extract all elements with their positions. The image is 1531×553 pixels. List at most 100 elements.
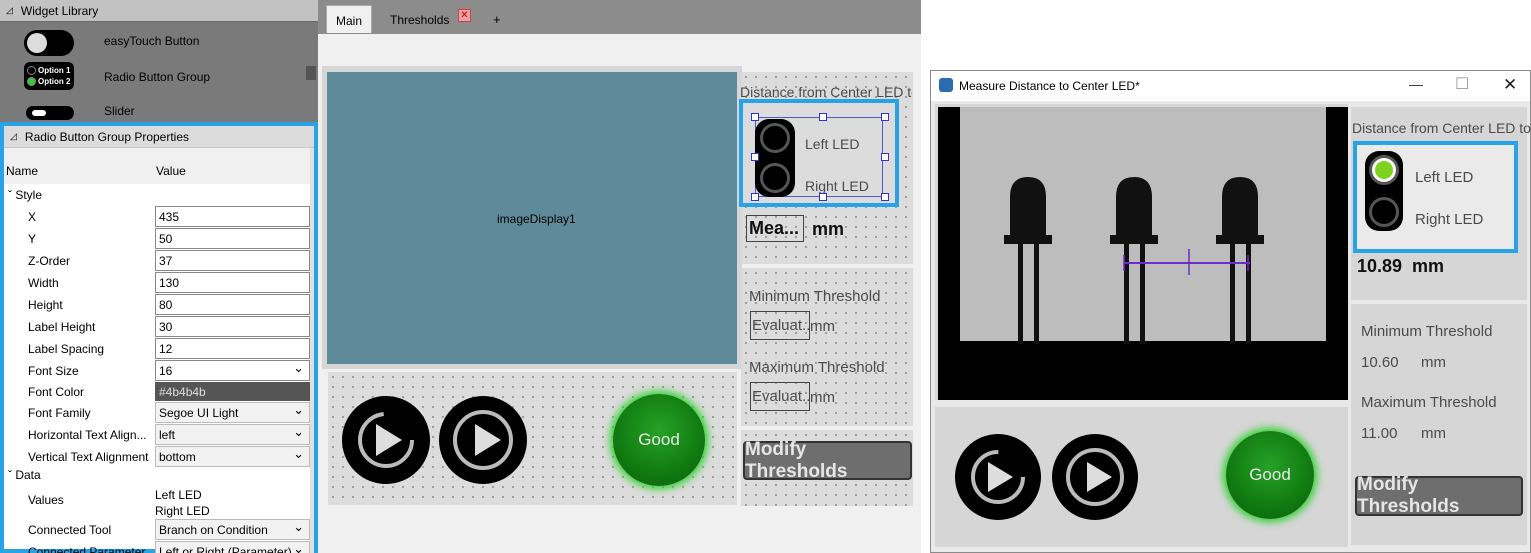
prop-name: Y <box>28 232 37 246</box>
scrollbar-track[interactable] <box>310 148 314 553</box>
prop-font-size-select[interactable]: 16 <box>155 360 310 381</box>
min-threshold-unit: mm <box>810 318 835 335</box>
prop-name: Font Family <box>28 406 91 420</box>
properties-title: Radio Button Group Properties <box>24 129 190 144</box>
prop-row-label-height: Label Height 30 <box>4 316 314 338</box>
prop-values-list[interactable]: Left LED Right LED <box>155 487 210 519</box>
group-data[interactable]: ˇ Data <box>8 468 41 482</box>
app-titlebar[interactable]: Measure Distance to Center LED* — ☐ ✕ <box>931 71 1530 101</box>
prop-v-align-select[interactable]: bottom <box>155 446 310 467</box>
image-display-label: imageDisplay1 <box>497 212 576 226</box>
prop-height-input[interactable]: 80 <box>155 294 310 315</box>
prop-name: Z-Order <box>28 254 70 268</box>
app-icon <box>939 78 953 92</box>
tab-main-label: Main <box>335 14 362 28</box>
radio-left-led[interactable] <box>760 123 790 153</box>
resize-handle[interactable] <box>751 193 759 201</box>
good-indicator: Good <box>613 394 705 486</box>
properties-header[interactable]: ◿ Radio Button Group Properties <box>4 126 314 148</box>
close-icon[interactable]: ✕ <box>1503 75 1517 95</box>
widget-item-label: easyTouch Button <box>104 34 200 48</box>
resize-handle[interactable] <box>819 193 827 201</box>
radio-selected-dot <box>1375 161 1393 179</box>
max-threshold-label: Maximum Threshold <box>749 359 885 376</box>
prop-x-input[interactable]: 435 <box>155 206 310 227</box>
prop-y-input[interactable]: 50 <box>155 228 310 249</box>
radio-left-led[interactable] <box>1369 155 1399 185</box>
app-min-threshold-label: Minimum Threshold <box>1361 323 1493 340</box>
toggle-icon <box>24 30 74 56</box>
prop-name: Label Height <box>28 320 96 334</box>
collapse-icon[interactable]: ◿ <box>6 5 13 16</box>
tab-main[interactable]: Main <box>326 5 372 33</box>
app-radio-label-left: Left LED <box>1415 169 1474 186</box>
led-image <box>938 107 1348 400</box>
collapse-icon[interactable]: ◿ <box>10 131 17 142</box>
prop-name: Height <box>28 298 63 312</box>
prop-h-align-select[interactable]: left <box>155 424 310 445</box>
run-continuous-button[interactable] <box>439 396 527 484</box>
radio-label-right: Right LED <box>805 178 869 194</box>
prop-name: Connected Parameter <box>28 545 146 553</box>
prop-value-item: Right LED <box>155 504 210 518</box>
prop-width-input[interactable]: 130 <box>155 272 310 293</box>
prop-row-label-spacing: Label Spacing 12 <box>4 338 314 360</box>
widget-item-slider[interactable]: Slider <box>0 96 318 122</box>
app-max-threshold-unit: mm <box>1421 425 1446 442</box>
prop-row-y: Y 50 <box>4 228 314 250</box>
prop-row-font-size: Font Size 16 <box>4 360 314 382</box>
app-modify-thresholds-button[interactable]: Modify Thresholds <box>1355 474 1523 517</box>
prop-name: Connected Tool <box>28 523 112 537</box>
prop-row-v-align: Vertical Text Alignment bottom <box>4 446 314 468</box>
modify-thresholds-button[interactable]: Modify Thresholds <box>743 439 912 482</box>
radio-right-led[interactable] <box>760 163 790 193</box>
resize-handle[interactable] <box>819 113 827 121</box>
prop-connected-tool-select[interactable]: Branch on Condition <box>155 519 310 540</box>
run-once-icon <box>358 412 414 468</box>
resize-handle[interactable] <box>881 113 889 121</box>
resize-handle[interactable] <box>881 193 889 201</box>
widget-item-easytouch[interactable]: easyTouch Button <box>0 24 318 59</box>
image-display[interactable]: imageDisplay1 <box>327 72 737 364</box>
slider-icon <box>26 106 74 120</box>
max-threshold-unit: mm <box>810 389 835 406</box>
close-tab-icon[interactable]: ✕ <box>458 9 471 22</box>
app-run-once-button[interactable] <box>955 434 1041 520</box>
maximize-icon[interactable]: ☐ <box>1455 74 1469 94</box>
widget-item-label: Slider <box>104 104 135 118</box>
prop-row-h-align: Horizontal Text Align... left <box>4 424 314 446</box>
widget-library-header[interactable]: ◿ Widget Library <box>0 0 318 22</box>
prop-row-zorder: Z-Order 37 <box>4 250 314 272</box>
prop-label-height-input[interactable]: 30 <box>155 316 310 337</box>
selected-radio-group[interactable]: Left LED Right LED <box>739 99 899 207</box>
prop-name: Vertical Text Alignment <box>28 450 149 464</box>
minimize-icon[interactable]: — <box>1409 76 1423 92</box>
designer-tabbar: Main Thresholds ✕ + <box>318 0 921 34</box>
prop-connected-param-select[interactable]: Left or Right (Parameter) <box>155 541 310 553</box>
group-style[interactable]: ˇ Style <box>8 188 42 202</box>
run-once-button[interactable] <box>342 396 430 484</box>
resize-handle[interactable] <box>751 153 759 161</box>
resize-handle[interactable] <box>751 113 759 121</box>
resize-handle[interactable] <box>881 153 889 161</box>
min-threshold-label: Minimum Threshold <box>749 288 881 305</box>
radio-right-led[interactable] <box>1369 197 1399 227</box>
radio-icon-option1: Option 1 <box>38 66 71 75</box>
prop-label-spacing-input[interactable]: 12 <box>155 338 310 359</box>
add-tab-button[interactable]: + <box>493 12 501 27</box>
app-run-continuous-button[interactable] <box>1052 434 1138 520</box>
widget-item-radio-group[interactable]: Option 1 Option 2 Radio Button Group <box>0 60 318 95</box>
prop-zorder-input[interactable]: 37 <box>155 250 310 271</box>
app-title: Measure Distance to Center LED* <box>959 79 1140 93</box>
radio-group-icon: Option 1 Option 2 <box>24 62 74 90</box>
prop-value-item: Left LED <box>155 488 202 502</box>
prop-font-family-select[interactable]: Segoe UI Light <box>155 402 310 423</box>
app-radio-group[interactable]: Left LED Right LED <box>1353 141 1518 253</box>
widget-item-label: Radio Button Group <box>104 70 211 84</box>
scrollbar-thumb[interactable] <box>306 66 316 80</box>
app-distance-label: Distance from Center LED to <box>1352 120 1531 136</box>
tab-thresholds[interactable]: Thresholds <box>390 5 449 33</box>
prop-font-color-input[interactable]: #4b4b4b <box>155 382 310 401</box>
prop-name: X <box>28 210 37 224</box>
prop-name: Font Color <box>28 385 85 399</box>
